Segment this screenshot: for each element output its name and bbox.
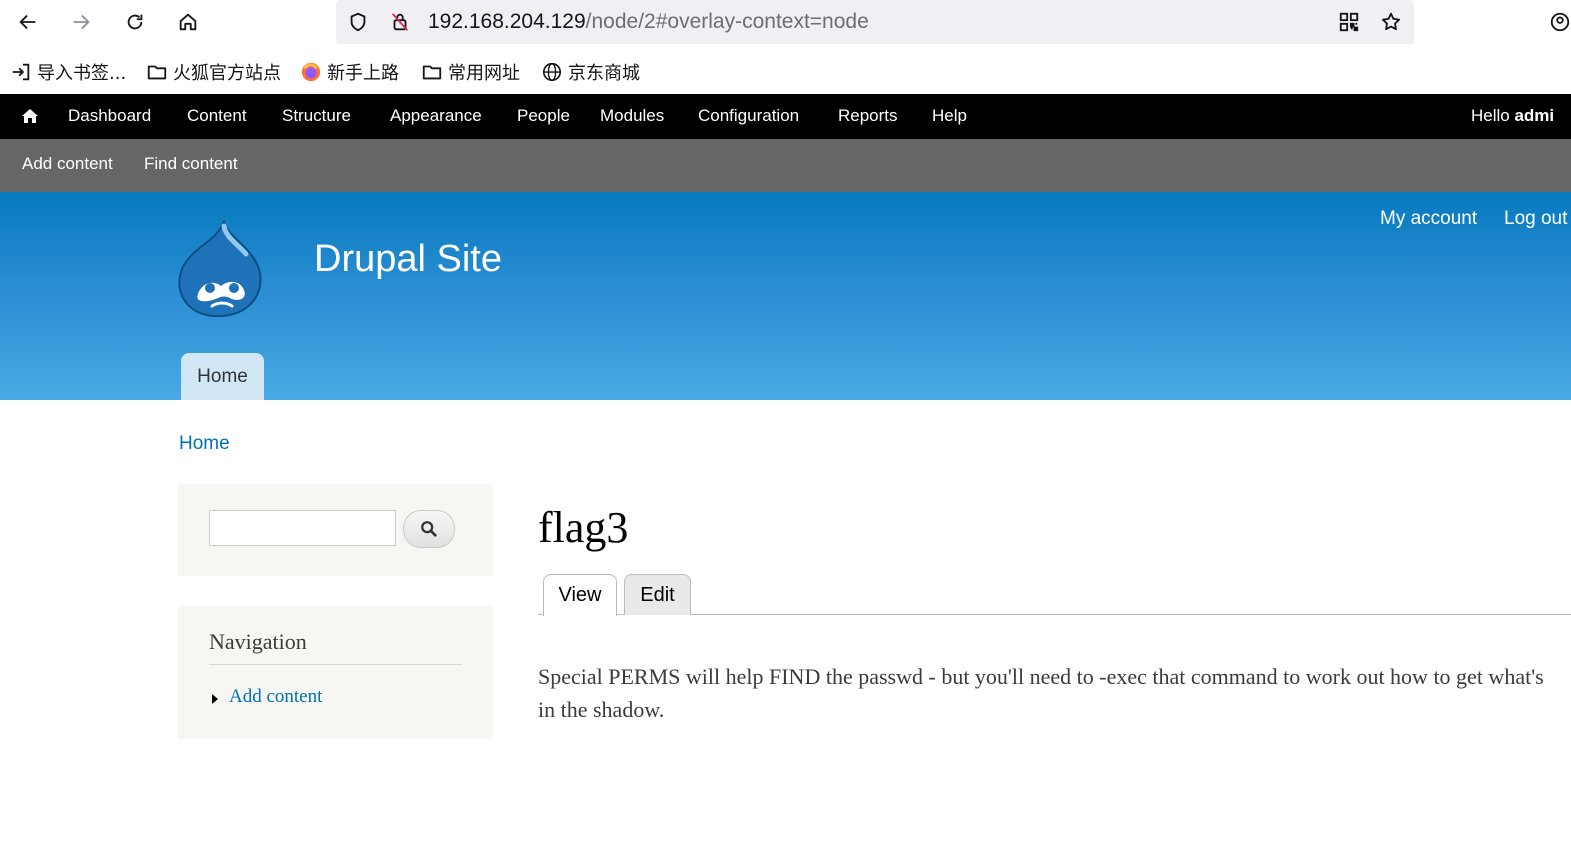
- folder-icon: [422, 65, 442, 80]
- node-body-text: Special PERMS will help FIND the passwd …: [538, 664, 1544, 722]
- back-button[interactable]: [10, 4, 46, 40]
- search-button[interactable]: [403, 510, 455, 548]
- qr-code-icon: [1339, 12, 1359, 32]
- home-button[interactable]: [170, 4, 206, 40]
- tab-view[interactable]: View: [543, 574, 617, 616]
- admin-menu-people[interactable]: People: [517, 106, 570, 126]
- import-icon: [12, 63, 30, 81]
- admin-menu-modules[interactable]: Modules: [600, 106, 664, 126]
- search-icon: [421, 521, 437, 537]
- toolbar-home-link[interactable]: [20, 106, 40, 126]
- menu-bullet-icon: [212, 694, 218, 704]
- main-menu-home-tab[interactable]: Home: [181, 353, 264, 400]
- hello-prefix: Hello: [1471, 106, 1515, 125]
- admin-menu-dashboard[interactable]: Dashboard: [68, 106, 151, 126]
- globe-icon: [542, 62, 562, 82]
- admin-menu-appearance[interactable]: Appearance: [390, 106, 482, 126]
- bookmark-label: 导入书签...: [37, 63, 127, 84]
- qr-code-button[interactable]: [1331, 4, 1367, 40]
- bookmark-star-button[interactable]: [1373, 4, 1409, 40]
- admin-menu-reports[interactable]: Reports: [838, 106, 898, 126]
- page-title: flag3: [538, 503, 629, 552]
- bookmark-label: 常用网址: [448, 63, 520, 84]
- shortcut-find-content[interactable]: Find content: [144, 154, 238, 174]
- url-path: /node/2#overlay-context=node: [585, 10, 869, 33]
- insecure-connection-button[interactable]: [382, 4, 418, 40]
- breadcrumb-home-link[interactable]: Home: [179, 433, 230, 455]
- drupal-logo-icon: [178, 219, 262, 318]
- bookmark-label: 新手上路: [327, 63, 399, 84]
- admin-menu-help[interactable]: Help: [932, 106, 967, 126]
- tabs-divider: [538, 614, 1571, 615]
- admin-menu-structure[interactable]: Structure: [282, 106, 351, 126]
- navigation-divider: [209, 664, 462, 665]
- hello-user: Hello admi: [1471, 106, 1571, 126]
- tab-edit[interactable]: Edit: [624, 574, 691, 615]
- navigation-add-content-link[interactable]: Add content: [229, 686, 322, 708]
- log-out-link[interactable]: Log out: [1504, 208, 1567, 230]
- bookmark-common-sites[interactable]: 常用网址: [421, 60, 520, 84]
- bookmark-label: 京东商城: [568, 63, 640, 84]
- site-name[interactable]: Drupal Site: [314, 238, 502, 281]
- account-button[interactable]: [1540, 4, 1571, 40]
- home-icon: [22, 109, 38, 123]
- admin-menu-content[interactable]: Content: [187, 106, 247, 126]
- my-account-link[interactable]: My account: [1380, 208, 1477, 230]
- tracking-protection-button[interactable]: [340, 4, 376, 40]
- bookmark-getting-started[interactable]: 新手上路: [300, 60, 399, 84]
- admin-menu-configuration[interactable]: Configuration: [698, 106, 799, 126]
- bookmark-label: 火狐官方站点: [173, 63, 281, 84]
- forward-button[interactable]: [63, 4, 99, 40]
- url-host: 192.168.204.129: [428, 10, 586, 33]
- home-icon: [179, 13, 197, 31]
- account-icon: [1550, 12, 1570, 32]
- bookmark-import[interactable]: 导入书签...: [10, 60, 126, 84]
- reload-button[interactable]: [117, 4, 153, 40]
- arrow-right-icon: [73, 14, 90, 30]
- shield-icon: [350, 12, 366, 32]
- search-input[interactable]: [209, 510, 396, 546]
- url-text[interactable]: 192.168.204.129/node/2#overlay-context=n…: [428, 10, 869, 34]
- shortcut-add-content[interactable]: Add content: [22, 154, 113, 174]
- navigation-block: [178, 606, 493, 739]
- bookmark-jd[interactable]: 京东商城: [541, 60, 640, 84]
- reload-icon: [127, 14, 143, 30]
- bookmark-firefox-site[interactable]: 火狐官方站点: [146, 60, 281, 84]
- folder-icon: [147, 65, 167, 80]
- hello-username[interactable]: admi: [1514, 106, 1554, 125]
- navigation-title: Navigation: [209, 629, 307, 654]
- arrow-left-icon: [19, 14, 36, 30]
- firefox-icon: [301, 62, 321, 82]
- site-logo[interactable]: [176, 218, 266, 320]
- insecure-lock-icon: [391, 13, 409, 31]
- star-icon: [1382, 12, 1400, 31]
